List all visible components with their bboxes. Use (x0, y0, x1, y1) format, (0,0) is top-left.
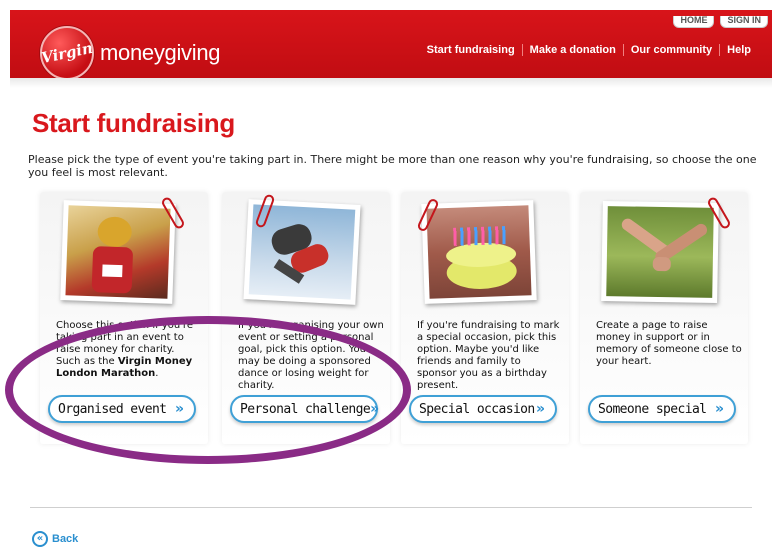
button-label: Someone special (598, 401, 707, 417)
organised-event-button[interactable]: Organised event » (48, 395, 196, 423)
card-description: If you're organising your own event or s… (238, 320, 384, 391)
nav-make-a-donation[interactable]: Make a donation (521, 44, 623, 56)
sign-in-link[interactable]: SIGN IN (720, 16, 768, 28)
utility-links: HOME SIGN IN (673, 16, 768, 28)
double-chevron-right-icon: » (370, 401, 380, 417)
back-label: Back (52, 533, 79, 545)
card-description: Create a page to raise money in support … (596, 320, 742, 367)
button-label: Personal challenge (240, 401, 371, 417)
special-occasion-button[interactable]: Special occasion » (409, 395, 557, 423)
event-type-card-someone-special: Create a page to raise money in support … (580, 192, 748, 444)
nav-our-community[interactable]: Our community (622, 44, 719, 56)
double-chevron-right-icon: » (174, 401, 184, 417)
nav-start-fundraising[interactable]: Start fundraising (420, 44, 522, 56)
event-type-card-organised: Choose this option if you're taking part… (40, 192, 208, 444)
event-type-card-occasion: If you're fundraising to mark a special … (401, 192, 569, 444)
card-description: Choose this option if you're taking part… (56, 320, 193, 379)
personal-challenge-button[interactable]: Personal challenge » (230, 395, 380, 423)
intro-text: Please pick the type of event you're tak… (28, 153, 757, 179)
divider (30, 507, 752, 508)
site-header: HOME SIGN IN Virgin moneygiving Start fu… (10, 10, 772, 80)
someone-special-button[interactable]: Someone special » (588, 395, 736, 423)
event-type-card-personal: If you're organising your own event or s… (222, 192, 390, 444)
mascot-runner-photo (60, 200, 176, 304)
back-link[interactable]: « Back (32, 531, 78, 547)
header-shadow (10, 78, 772, 88)
page-title: Start fundraising (32, 108, 235, 138)
nav-help[interactable]: Help (719, 44, 758, 56)
double-chevron-right-icon: » (714, 401, 724, 417)
double-chevron-right-icon: » (535, 401, 545, 417)
holding-hands-photo (601, 200, 719, 304)
double-chevron-left-icon: « (32, 531, 48, 547)
card-description: If you're fundraising to mark a special … (417, 320, 560, 391)
virgin-logo-text: Virgin (39, 38, 95, 68)
button-label: Special occasion (419, 401, 535, 417)
birthday-cake-photo (421, 200, 537, 304)
main-nav: Start fundraising Make a donation Our co… (420, 44, 758, 56)
home-link[interactable]: HOME (673, 16, 715, 28)
virgin-logo-badge: Virgin (40, 26, 94, 80)
logo-wordmark: moneygiving (100, 40, 221, 65)
virgin-money-giving-logo[interactable]: Virgin moneygiving (40, 26, 221, 80)
button-label: Organised event (58, 401, 167, 417)
